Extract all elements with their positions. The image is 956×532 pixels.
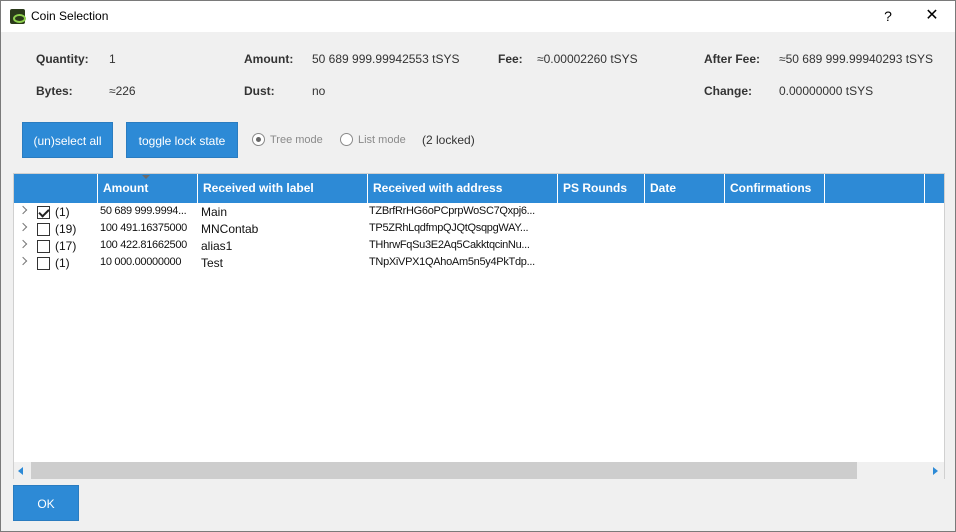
list-mode-label[interactable]: List mode [358, 134, 406, 146]
quantity-value: 1 [109, 52, 116, 66]
row-label: MNContab [201, 222, 259, 236]
dust-value: no [312, 84, 326, 98]
expand-icon[interactable] [18, 205, 28, 215]
fee-label: Fee: [498, 52, 523, 66]
expand-icon[interactable] [18, 239, 28, 249]
row-address: TNpXiVPX1QAhoAm5n5y4PkTdp... [369, 256, 535, 268]
tree-row[interactable]: (1) 50 689 999.9994... Main TZBrfRrHG6oP… [14, 204, 944, 221]
change-value: 0.00000000 tSYS [779, 84, 874, 98]
tree-row[interactable]: (1) 10 000.00000000 Test TNpXiVPX1QAhoAm… [14, 255, 944, 272]
toggle-lock-button[interactable]: toggle lock state [126, 122, 238, 158]
ok-button[interactable]: OK [13, 485, 79, 521]
scrollbar-thumb[interactable] [31, 462, 857, 479]
column-select[interactable] [14, 174, 98, 203]
tree-row[interactable]: (19) 100 491.16375000 MNContab TP5ZRhLqd… [14, 221, 944, 238]
column-label[interactable]: Received with label [198, 174, 368, 203]
coin-selection-dialog: Coin Selection ? ✕ Quantity: 1 Amount: 5… [0, 0, 956, 532]
row-address: THhrwFqSu3E2Aq5CakktqcinNu... [369, 239, 530, 251]
row-amount: 100 491.16375000 [100, 222, 187, 234]
row-address: TP5ZRhLqdfmpQJQtQsqpgWAY... [369, 222, 529, 234]
help-button[interactable]: ? [873, 1, 903, 32]
fee-value: ≈0.00002260 tSYS [537, 52, 638, 66]
column-filler [925, 174, 944, 203]
change-label: Change: [704, 84, 752, 98]
quantity-label: Quantity: [36, 52, 89, 66]
row-label: Main [201, 205, 228, 219]
after-fee-label: After Fee: [704, 52, 761, 66]
row-checkbox[interactable] [37, 240, 50, 253]
row-amount: 50 689 999.9994... [100, 205, 187, 217]
scroll-right-icon[interactable] [933, 467, 938, 475]
column-ps-rounds[interactable]: PS Rounds [558, 174, 645, 203]
row-amount: 100 422.81662500 [100, 239, 187, 251]
row-checkbox[interactable] [37, 206, 50, 219]
close-icon[interactable]: ✕ [917, 1, 947, 32]
sort-indicator-icon [142, 175, 150, 179]
row-checkbox[interactable] [37, 257, 50, 270]
row-label: Test [201, 256, 224, 270]
title-bar: Coin Selection ? ✕ [1, 1, 955, 32]
amount-value: 50 689 999.99942553 tSYS [312, 52, 460, 66]
row-checkbox[interactable] [37, 223, 50, 236]
window-title: Coin Selection [31, 9, 109, 23]
row-count: (19) [55, 222, 77, 236]
row-count: (1) [55, 205, 70, 219]
bytes-label: Bytes: [36, 84, 73, 98]
horizontal-scrollbar[interactable] [14, 462, 944, 479]
tree-mode-label[interactable]: Tree mode [270, 134, 323, 146]
row-label: alias1 [201, 239, 233, 253]
column-date[interactable]: Date [645, 174, 725, 203]
after-fee-value: ≈50 689 999.99940293 tSYS [779, 52, 934, 66]
tree-row[interactable]: (17) 100 422.81662500 alias1 THhrwFqSu3E… [14, 238, 944, 255]
row-count: (1) [55, 256, 70, 270]
amount-label: Amount: [244, 52, 294, 66]
dust-label: Dust: [244, 84, 275, 98]
scroll-left-icon[interactable] [18, 467, 23, 475]
column-extra[interactable] [825, 174, 925, 203]
tree-mode-radio[interactable] [252, 133, 265, 146]
app-icon [10, 9, 26, 24]
select-all-button[interactable]: (un)select all [22, 122, 113, 158]
coin-tree: Amount Received with label Received with… [13, 173, 945, 479]
row-count: (17) [55, 239, 77, 253]
row-address: TZBrfRrHG6oPCprpWoSC7Qxpj6... [369, 205, 535, 217]
tree-header: Amount Received with label Received with… [14, 174, 944, 203]
expand-icon[interactable] [18, 222, 28, 232]
expand-icon[interactable] [18, 256, 28, 266]
list-mode-radio[interactable] [340, 133, 353, 146]
row-amount: 10 000.00000000 [100, 256, 182, 268]
column-confirmations[interactable]: Confirmations [725, 174, 825, 203]
bytes-value: ≈226 [109, 84, 136, 98]
locked-count: (2 locked) [422, 133, 475, 147]
column-address[interactable]: Received with address [368, 174, 558, 203]
